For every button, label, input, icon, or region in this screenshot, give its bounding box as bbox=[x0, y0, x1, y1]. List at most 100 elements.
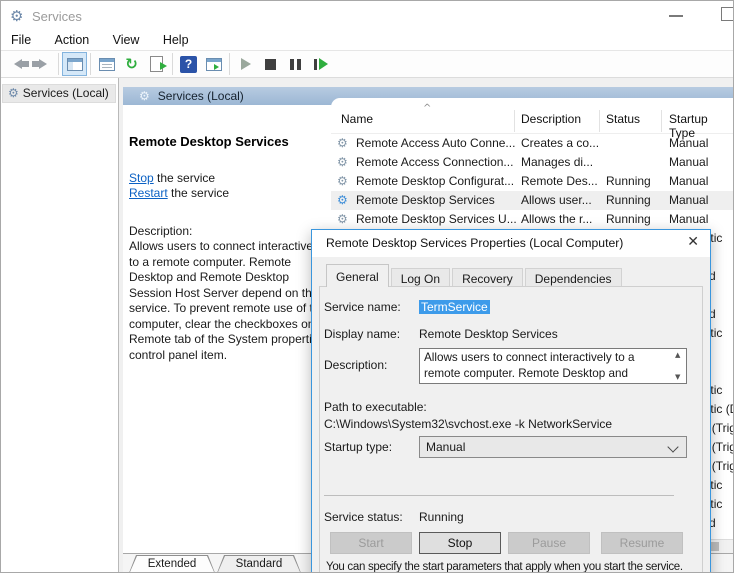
extended-view-panel: Remote Desktop Services Stop the service… bbox=[123, 105, 331, 553]
path-to-executable-label: Path to executable: bbox=[324, 400, 427, 414]
menu-item-help[interactable]: Help bbox=[153, 31, 199, 49]
forward-arrow-icon bbox=[39, 59, 47, 69]
description-text: Allows users to connect interactively to… bbox=[129, 239, 335, 363]
export-list-icon bbox=[150, 56, 163, 72]
sort-ascending-icon: ^ bbox=[423, 103, 431, 114]
service-gear-icon: ⚙ bbox=[337, 153, 353, 172]
textarea-scrollbar[interactable]: ▲ ▼ bbox=[673, 349, 685, 383]
table-row[interactable]: ⚙Remote Desktop ServicesAllows user...Ru… bbox=[331, 191, 734, 210]
menu-bar: File Action View Help bbox=[1, 31, 733, 50]
startup-type-value: Manual bbox=[426, 440, 465, 454]
startup-type-select[interactable]: Manual bbox=[419, 436, 687, 458]
stop-service-link[interactable]: Stop bbox=[129, 171, 154, 185]
toolbar: ↻ ? bbox=[1, 50, 733, 78]
window-maximize-button[interactable] bbox=[721, 7, 734, 21]
properties-dialog: Remote Desktop Services Properties (Loca… bbox=[311, 229, 711, 573]
column-header-status[interactable]: Status bbox=[606, 112, 640, 126]
stop-button[interactable]: Stop bbox=[419, 532, 501, 554]
pane-header-gear-icon: ⚙ bbox=[139, 89, 150, 103]
column-header-description[interactable]: Description bbox=[521, 112, 581, 126]
tab-standard[interactable]: Standard bbox=[217, 555, 301, 573]
service-name-label: Service name: bbox=[324, 300, 401, 314]
cell-name: Remote Desktop Configurat... bbox=[356, 172, 516, 191]
stop-service-button[interactable] bbox=[258, 52, 283, 76]
menu-item-action[interactable]: Action bbox=[45, 31, 100, 49]
dialog-titlebar: Remote Desktop Services Properties (Loca… bbox=[312, 230, 710, 257]
service-gear-icon: ⚙ bbox=[337, 172, 353, 191]
start-button[interactable]: Start bbox=[330, 532, 412, 554]
column-divider[interactable] bbox=[514, 110, 515, 132]
cell-name: Remote Desktop Services U... bbox=[356, 210, 516, 229]
cell-startup-type: Manual bbox=[669, 134, 734, 153]
table-row[interactable]: ⚙Remote Access Auto Conne...Creates a co… bbox=[331, 134, 734, 153]
app-gear-icon: ⚙ bbox=[10, 7, 23, 25]
services-window: ⚙ Services File Action View Help ↻ ? ⚙Se… bbox=[0, 0, 734, 573]
export-list-button[interactable] bbox=[144, 52, 169, 76]
show-action-pane-button[interactable] bbox=[201, 52, 226, 76]
cell-status bbox=[606, 153, 666, 172]
column-divider[interactable] bbox=[661, 110, 662, 132]
scroll-down-icon[interactable]: ▼ bbox=[675, 373, 680, 381]
cell-name: Remote Desktop Services bbox=[356, 191, 516, 210]
window-titlebar: ⚙ Services bbox=[1, 1, 733, 31]
refresh-button[interactable]: ↻ bbox=[119, 52, 144, 76]
service-name-value[interactable]: TermService bbox=[419, 300, 490, 314]
cell-description: Manages di... bbox=[521, 153, 603, 172]
display-name-label: Display name: bbox=[324, 327, 400, 341]
console-tree-icon bbox=[67, 58, 83, 71]
display-name-value[interactable]: Remote Desktop Services bbox=[419, 327, 558, 341]
restart-suffix-text: the service bbox=[168, 186, 229, 200]
service-gear-icon: ⚙ bbox=[337, 210, 353, 229]
dialog-footer-text: You can specify the start parameters tha… bbox=[326, 561, 702, 573]
selected-service-title: Remote Desktop Services bbox=[129, 134, 289, 149]
startup-type-label: Startup type: bbox=[324, 440, 392, 454]
restart-service-link[interactable]: Restart bbox=[129, 186, 168, 200]
section-separator bbox=[324, 495, 674, 496]
back-button[interactable] bbox=[5, 52, 30, 76]
window-minimize-button[interactable] bbox=[669, 15, 683, 17]
resume-button[interactable]: Resume bbox=[601, 532, 683, 554]
column-divider[interactable] bbox=[599, 110, 600, 132]
list-header: Name ^ Description Status Startup Type bbox=[331, 105, 734, 134]
service-status-label: Service status: bbox=[324, 510, 403, 524]
cell-status: Running bbox=[606, 172, 666, 191]
restart-service-button[interactable] bbox=[308, 52, 333, 76]
toolbar-separator bbox=[58, 53, 59, 75]
description-textarea[interactable]: Allows users to connect interactively to… bbox=[419, 348, 687, 384]
properties-icon bbox=[99, 58, 115, 71]
tab-extended[interactable]: Extended bbox=[129, 555, 215, 573]
show-console-tree-button[interactable] bbox=[62, 52, 87, 76]
toolbar-separator bbox=[172, 53, 173, 75]
cell-startup-type: Manual bbox=[669, 191, 734, 210]
table-row[interactable]: ⚙Remote Desktop Configurat... Remote Des.… bbox=[331, 172, 734, 191]
cell-description: Remote Des... bbox=[521, 172, 603, 191]
refresh-icon: ↻ bbox=[125, 57, 138, 72]
forward-button[interactable] bbox=[30, 52, 55, 76]
pause-icon bbox=[290, 59, 301, 70]
cell-startup-type: Manual bbox=[669, 172, 734, 191]
cell-name: Remote Access Auto Conne... bbox=[356, 134, 516, 153]
dialog-tab-general[interactable]: General bbox=[326, 264, 389, 287]
cell-startup-type: Manual bbox=[669, 210, 734, 229]
start-service-button[interactable] bbox=[233, 52, 258, 76]
help-button[interactable]: ? bbox=[176, 52, 201, 76]
action-pane-icon bbox=[206, 58, 222, 71]
table-row[interactable]: ⚙Remote Desktop Services U... Allows the … bbox=[331, 210, 734, 229]
description-field-label: Description: bbox=[324, 358, 387, 372]
cell-startup-type: Manual bbox=[669, 153, 734, 172]
restart-service-line: Restart the service bbox=[129, 186, 229, 200]
table-row[interactable]: ⚙Remote Access Connection...Manages di..… bbox=[331, 153, 734, 172]
description-label: Description: bbox=[129, 224, 192, 238]
pause-service-button[interactable] bbox=[283, 52, 308, 76]
dialog-close-button[interactable]: ✕ bbox=[687, 234, 699, 250]
menu-item-file[interactable]: File bbox=[1, 31, 41, 49]
window-title: Services bbox=[32, 9, 82, 24]
stop-suffix-text: the service bbox=[154, 171, 215, 185]
scroll-up-icon[interactable]: ▲ bbox=[675, 351, 680, 359]
column-header-name[interactable]: Name bbox=[341, 112, 373, 126]
tree-item-services-local[interactable]: ⚙Services (Local) bbox=[2, 84, 116, 103]
properties-button[interactable] bbox=[94, 52, 119, 76]
menu-item-view[interactable]: View bbox=[103, 31, 150, 49]
pause-button[interactable]: Pause bbox=[508, 532, 590, 554]
cell-description: Allows the r... bbox=[521, 210, 603, 229]
